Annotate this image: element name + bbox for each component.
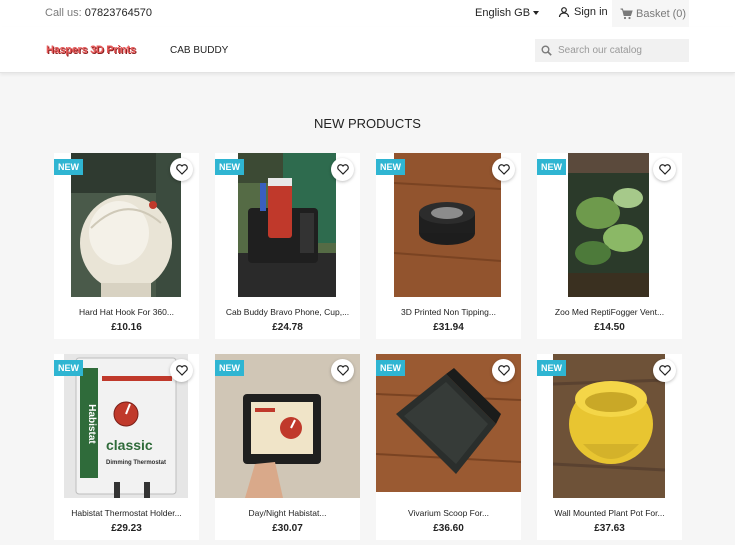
product-card[interactable]: Habistat classic Dimming Thermostat NEW … (54, 354, 199, 540)
wishlist-button[interactable] (331, 359, 354, 382)
sign-in-label: Sign in (574, 6, 608, 18)
call-label: Call us: (45, 7, 82, 19)
product-card[interactable]: NEW 3D Printed Non Tipping... £31.94 (376, 153, 521, 339)
sign-in-link[interactable]: Sign in (558, 6, 608, 18)
language-selector[interactable]: English GB (475, 7, 540, 19)
product-card[interactable]: NEW Day/Night Habistat... £30.07 (215, 354, 360, 540)
product-price: £30.07 (272, 523, 303, 534)
site-logo[interactable]: Haspers 3D Prints (46, 44, 136, 56)
main-header: Haspers 3D Prints CAB BUDDY (0, 27, 735, 73)
heart-icon (336, 365, 349, 376)
product-card[interactable]: NEW Wall Mounted Plant Pot For... £37.63 (537, 354, 682, 540)
new-badge: NEW (54, 360, 83, 376)
product-name[interactable]: Day/Night Habistat... (215, 508, 360, 518)
wishlist-button[interactable] (653, 158, 676, 181)
new-badge: NEW (537, 159, 566, 175)
product-card[interactable]: NEW Hard Hat Hook For 360... £10.16 (54, 153, 199, 339)
product-price: £36.60 (433, 523, 464, 534)
thermostat-brand-text: Habistat (86, 404, 97, 444)
new-badge: NEW (376, 360, 405, 376)
contact-info: Call us: 07823764570 (45, 7, 152, 19)
product-name[interactable]: Habistat Thermostat Holder... (54, 508, 199, 518)
product-card[interactable]: NEW Zoo Med ReptiFogger Vent... £14.50 (537, 153, 682, 339)
product-name[interactable]: Zoo Med ReptiFogger Vent... (537, 307, 682, 317)
wishlist-button[interactable] (170, 359, 193, 382)
wishlist-button[interactable] (492, 359, 515, 382)
thermostat-caption-text: Dimming Thermostat (106, 460, 166, 466)
product-name[interactable]: 3D Printed Non Tipping... (376, 307, 521, 317)
new-badge: NEW (215, 360, 244, 376)
wishlist-button[interactable] (170, 158, 193, 181)
wishlist-button[interactable] (653, 359, 676, 382)
language-label: English GB (475, 7, 531, 19)
heart-icon (658, 164, 671, 175)
basket-button[interactable]: Basket (0) (612, 0, 689, 27)
product-image[interactable] (568, 153, 649, 297)
search-icon[interactable] (541, 45, 552, 56)
product-price: £31.94 (433, 322, 464, 333)
new-badge: NEW (54, 159, 83, 175)
product-price: £10.16 (111, 322, 142, 333)
product-price: £29.23 (111, 523, 142, 534)
basket-label: Basket (636, 7, 670, 20)
thermostat-model-text: classic (106, 437, 153, 453)
wishlist-button[interactable] (331, 158, 354, 181)
product-price: £14.50 (594, 322, 625, 333)
search-box[interactable] (535, 39, 689, 62)
top-bar: Call us: 07823764570 English GB Sign in … (0, 0, 735, 27)
wishlist-button[interactable] (492, 158, 515, 181)
user-icon (558, 7, 570, 18)
new-badge: NEW (376, 159, 405, 175)
product-name[interactable]: Cab Buddy Bravo Phone, Cup,... (215, 307, 360, 317)
phone-number[interactable]: 07823764570 (85, 7, 152, 19)
heart-icon (175, 365, 188, 376)
heart-icon (497, 164, 510, 175)
product-image[interactable] (553, 354, 665, 498)
section-title: NEW PRODUCTS (314, 116, 421, 131)
heart-icon (658, 365, 671, 376)
new-badge: NEW (215, 159, 244, 175)
product-image[interactable] (394, 153, 501, 297)
heart-icon (175, 164, 188, 175)
heart-icon (336, 164, 349, 175)
cart-icon (620, 8, 633, 19)
product-name[interactable]: Wall Mounted Plant Pot For... (537, 508, 682, 518)
product-card[interactable]: NEW Vivarium Scoop For... £36.60 (376, 354, 521, 540)
product-price: £24.78 (272, 322, 303, 333)
search-input[interactable] (558, 45, 678, 56)
product-card[interactable]: NEW Cab Buddy Bravo Phone, Cup,... £24.7… (215, 153, 360, 339)
product-image[interactable] (71, 153, 181, 297)
caret-down-icon (533, 11, 540, 16)
product-image[interactable] (238, 153, 336, 297)
new-badge: NEW (537, 360, 566, 376)
product-price: £37.63 (594, 523, 625, 534)
nav-item-cab-buddy[interactable]: CAB BUDDY (170, 45, 228, 56)
heart-icon (497, 365, 510, 376)
product-name[interactable]: Hard Hat Hook For 360... (54, 307, 199, 317)
product-name[interactable]: Vivarium Scoop For... (376, 508, 521, 518)
basket-count: (0) (672, 7, 687, 20)
